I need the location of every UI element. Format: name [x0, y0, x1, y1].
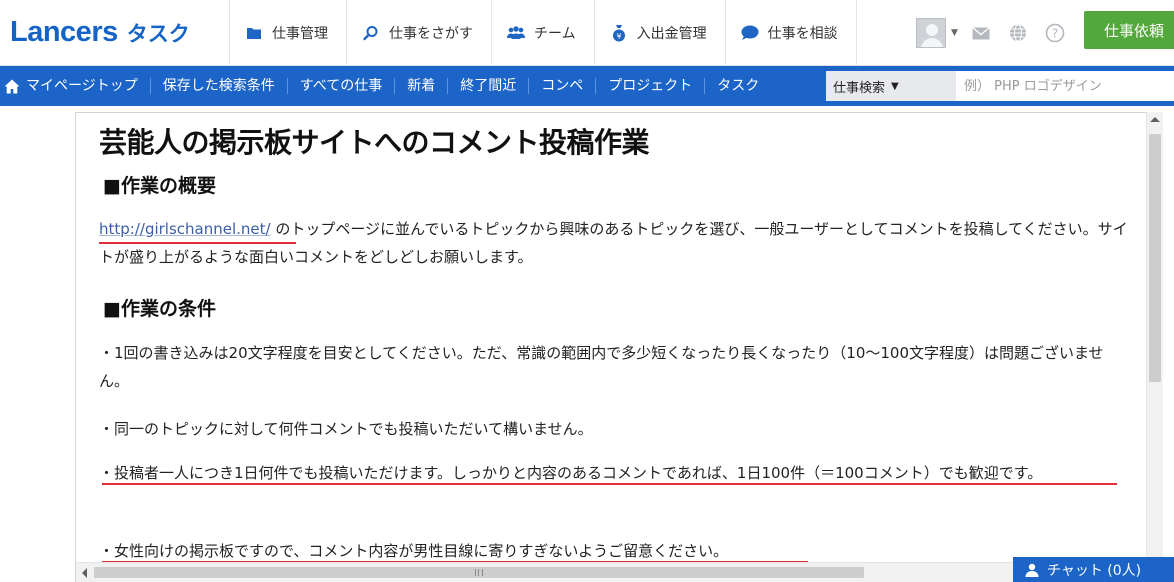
logo-main-text: Lancers — [10, 16, 118, 48]
folder-icon — [244, 26, 264, 40]
overview-heading: ■作業の概要 — [103, 175, 216, 197]
avatar-head-shape — [926, 24, 938, 36]
search-category-label: 仕事検索 — [833, 80, 886, 96]
avatar-body-shape — [921, 38, 943, 47]
nav-consult[interactable]: 仕事を相談 — [724, 0, 857, 66]
chat-label: チャット (0人) — [1047, 562, 1142, 579]
horizontal-scrollbar[interactable] — [76, 562, 1146, 582]
subnav-mypage-top[interactable]: マイページトップ — [0, 78, 150, 94]
header-user-tools: ▼ ? — [916, 15, 1081, 51]
search-input[interactable] — [956, 71, 1174, 101]
nav-label: 仕事をさがす — [389, 26, 473, 42]
subnav-ending-soon[interactable]: 終了間近 — [447, 78, 528, 94]
subnav-competition[interactable]: コンペ — [528, 78, 595, 94]
lancers-logo[interactable]: Lancers タスク — [10, 16, 190, 48]
chat-bubble-icon — [740, 25, 760, 41]
nav-label: 仕事管理 — [272, 26, 328, 42]
nav-label: 仕事を相談 — [767, 26, 838, 42]
search-category-select[interactable]: 仕事検索 ▼ — [826, 71, 956, 101]
team-icon — [506, 26, 526, 40]
red-underline-condition — [102, 483, 1117, 485]
search-icon — [361, 25, 381, 41]
condition-item: ・1回の書き込みは20文字程度を目安としてください。ただ、常識の範囲内で多少短く… — [99, 344, 1104, 390]
girlschannel-link[interactable]: http://girlschannel.net/ — [99, 220, 271, 238]
nav-find-jobs[interactable]: 仕事をさがす — [346, 0, 491, 66]
dropdown-arrow-icon: ▼ — [891, 80, 899, 92]
nav-job-management[interactable]: 仕事管理 — [229, 0, 346, 66]
svg-text:¥: ¥ — [616, 32, 621, 41]
nav-label: 入出金管理 — [636, 26, 707, 42]
subnav-saved-searches[interactable]: 保存した検索条件 — [149, 78, 287, 94]
scroll-up-arrow-icon[interactable] — [1150, 117, 1160, 122]
mail-icon[interactable] — [970, 22, 992, 44]
main-nav: 仕事管理 仕事をさがす チーム ¥ 入出金管理 仕事を相談 — [229, 0, 857, 66]
subnav-project[interactable]: プロジェクト — [595, 78, 704, 94]
subnav-task[interactable]: タスク — [704, 78, 771, 94]
grip-icon — [475, 569, 483, 576]
top-header: Lancers タスク 仕事管理 仕事をさがす チーム ¥ 入出金管理 仕事を相… — [0, 0, 1174, 66]
post-job-button[interactable]: 仕事依頼 — [1084, 11, 1174, 49]
vertical-scrollbar[interactable] — [1146, 112, 1163, 564]
conditions-heading: ■作業の条件 — [103, 298, 216, 320]
globe-icon[interactable] — [1007, 22, 1029, 44]
nav-payments[interactable]: ¥ 入出金管理 — [593, 0, 725, 66]
page-title: 芸能人の掲示板サイトへのコメント投稿作業 — [99, 126, 650, 159]
horizontal-scroll-thumb[interactable] — [94, 567, 864, 578]
condition-item: ・同一のトピックに対して何件コメントでも投稿いただいて構いません。 — [99, 420, 593, 438]
logo-sub-text: タスク — [126, 22, 190, 46]
subnav-new[interactable]: 新着 — [394, 78, 447, 94]
chat-button[interactable]: チャット (0人) — [1013, 557, 1174, 582]
scroll-left-arrow-icon[interactable] — [82, 568, 87, 578]
home-icon — [4, 79, 20, 94]
nav-team[interactable]: チーム — [491, 0, 594, 66]
money-bag-icon: ¥ — [609, 24, 629, 42]
chevron-down-icon[interactable]: ▼ — [951, 28, 958, 38]
svg-text:?: ? — [1052, 27, 1058, 41]
sub-nav: マイページトップ 保存した検索条件 すべての仕事 新着 終了間近 コンペ プロジ… — [0, 66, 1174, 106]
help-icon[interactable]: ? — [1044, 22, 1066, 44]
user-avatar[interactable] — [916, 18, 946, 48]
nav-label: チーム — [534, 26, 576, 42]
sub-nav-items: マイページトップ 保存した検索条件 すべての仕事 新着 終了間近 コンペ プロジ… — [0, 66, 771, 106]
vertical-scroll-thumb[interactable] — [1149, 134, 1161, 382]
red-underline-link — [99, 242, 296, 244]
task-detail-frame: 芸能人の掲示板サイトへのコメント投稿作業 ■作業の概要 http://girls… — [75, 112, 1163, 582]
subnav-all-jobs[interactable]: すべての仕事 — [286, 78, 394, 94]
subnav-label: マイページトップ — [26, 78, 138, 94]
user-icon — [1025, 563, 1039, 577]
